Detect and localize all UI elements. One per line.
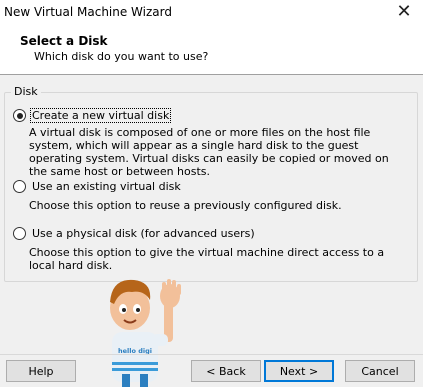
close-icon[interactable]: ✕	[395, 3, 413, 21]
mascot-illustration: hello digi	[110, 279, 181, 387]
option-existing-disk[interactable]: Use an existing virtual disk	[13, 180, 182, 193]
disk-group-label: Disk	[11, 85, 41, 98]
disk-group: Disk Create a new virtual disk A virtual…	[4, 85, 418, 282]
radio-create-new-disk[interactable]	[13, 109, 26, 122]
option-existing-disk-description: Choose this option to reuse a previously…	[29, 199, 342, 212]
option-create-new-disk-label[interactable]: Create a new virtual disk	[29, 108, 172, 123]
next-button[interactable]: Next >	[264, 360, 334, 382]
option-create-new-disk[interactable]: Create a new virtual disk	[13, 108, 172, 123]
page-subtitle: Which disk do you want to use?	[34, 50, 209, 63]
radio-physical-disk[interactable]	[13, 227, 26, 240]
option-create-new-disk-description: A virtual disk is composed of one or mor…	[29, 126, 389, 178]
option-physical-disk-description: Choose this option to give the virtual m…	[29, 246, 385, 272]
page-title: Select a Disk	[20, 34, 108, 48]
option-physical-disk[interactable]: Use a physical disk (for advanced users)	[13, 227, 256, 240]
mascot-shirt	[112, 332, 158, 382]
cancel-button[interactable]: Cancel	[345, 360, 415, 382]
back-button[interactable]: < Back	[191, 360, 261, 382]
option-existing-disk-label[interactable]: Use an existing virtual disk	[31, 180, 182, 193]
wizard-header: Select a Disk Which disk do you want to …	[0, 28, 423, 75]
help-button[interactable]: Help	[6, 360, 76, 382]
title-bar: New Virtual Machine Wizard ✕	[0, 0, 423, 28]
radio-existing-disk[interactable]	[13, 180, 26, 193]
option-physical-disk-label[interactable]: Use a physical disk (for advanced users)	[31, 227, 256, 240]
window-title: New Virtual Machine Wizard	[4, 5, 172, 19]
footer-divider	[0, 354, 423, 355]
